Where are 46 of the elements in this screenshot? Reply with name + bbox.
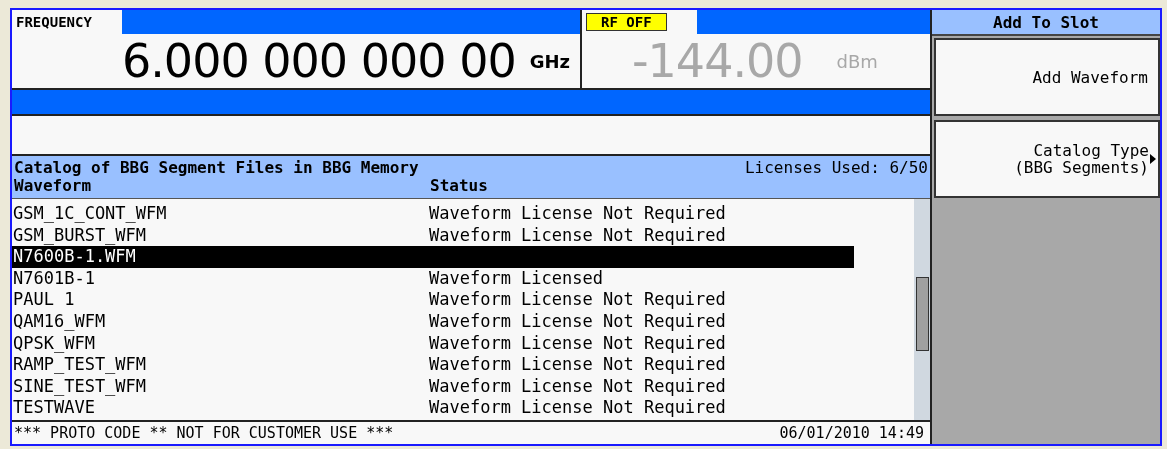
waveform-row[interactable]: N7601B-1 Waveform Licensed — [12, 267, 854, 290]
license-status: Waveform License Not Required — [429, 354, 726, 376]
license-status: Waveform License Not Required — [429, 375, 726, 398]
scrollbar-thumb[interactable] — [916, 277, 929, 351]
frequency-unit: GHz — [529, 50, 570, 72]
waveform-name: PAUL 1 — [13, 289, 76, 311]
amplitude-unit: dBm — [836, 50, 878, 72]
waveform-name: QAM16_WFM — [13, 310, 107, 333]
softkey-button[interactable]: Catalog Type (BBG Segments) — [934, 120, 1160, 198]
amplitude-value: -144.00 — [632, 34, 803, 88]
waveform-name: N7600B-1.WFM — [13, 246, 137, 268]
waveform-row[interactable]: SINE_TEST_WFM Waveform License Not Required — [12, 375, 854, 398]
frequency-value: 6.000 000 000 00 — [122, 34, 516, 88]
license-status: Waveform License Not Required — [429, 310, 726, 333]
waveform-row[interactable]: GSM_BURST_WFM Waveform License Not Required — [12, 224, 854, 247]
submenu-arrow-icon — [1150, 154, 1156, 164]
license-status: Waveform License Not Required — [429, 203, 726, 225]
waveform-row[interactable]: GSM_1C_CONT_WFM Waveform License Not Required — [12, 203, 854, 225]
license-status: Waveform License Not Required — [429, 332, 726, 355]
column-header: Status — [430, 177, 488, 195]
waveform-name: QPSK_WFM — [13, 332, 96, 355]
softkey-menu-title: Add To Slot — [932, 10, 1160, 36]
waveform-row[interactable]: PAUL 1 Waveform License Not Required — [12, 289, 854, 311]
waveform-name: GSM_BURST_WFM — [13, 224, 148, 247]
license-status: Waveform Licensed — [429, 267, 603, 290]
license-status: Waveform License Not Required — [429, 289, 726, 311]
softkey-button[interactable]: Add Waveform — [934, 38, 1160, 116]
waveform-name: N7601B-1 — [13, 267, 96, 290]
license-status: Waveform License Not Required — [429, 224, 726, 247]
waveform-row[interactable]: QPSK_WFM Waveform License Not Required — [12, 332, 854, 355]
scrollbar[interactable] — [914, 199, 930, 420]
waveform-name: GSM_1C_CONT_WFM — [13, 203, 168, 225]
waveform-name: SINE_TEST_WFM — [13, 375, 148, 398]
licenses-used: Licenses Used: 6/50 — [744, 159, 928, 177]
waveform-row[interactable]: QAM16_WFM Waveform License Not Required — [12, 310, 854, 333]
waveform-name: RAMP_TEST_WFM — [13, 354, 148, 376]
waveform-row[interactable]: N7600B-1.WFM — [12, 246, 854, 268]
rf-status-badge: RF OFF — [586, 13, 667, 31]
waveform-row[interactable]: TESTWAVE Waveform License Not Required — [12, 397, 854, 419]
status-message: *** PROTO CODE ** NOT FOR CUSTOMER USE *** — [14, 424, 394, 442]
status-datetime: 06/01/2010 14:49 — [779, 424, 924, 442]
column-header: Waveform — [14, 177, 93, 195]
waveform-name: TESTWAVE — [13, 397, 96, 419]
catalog-title: Catalog of BBG Segment Files in BBG Memory — [14, 159, 419, 177]
license-status: Waveform License Not Required — [429, 397, 726, 419]
waveform-row[interactable]: RAMP_TEST_WFM Waveform License Not Required — [12, 354, 854, 376]
